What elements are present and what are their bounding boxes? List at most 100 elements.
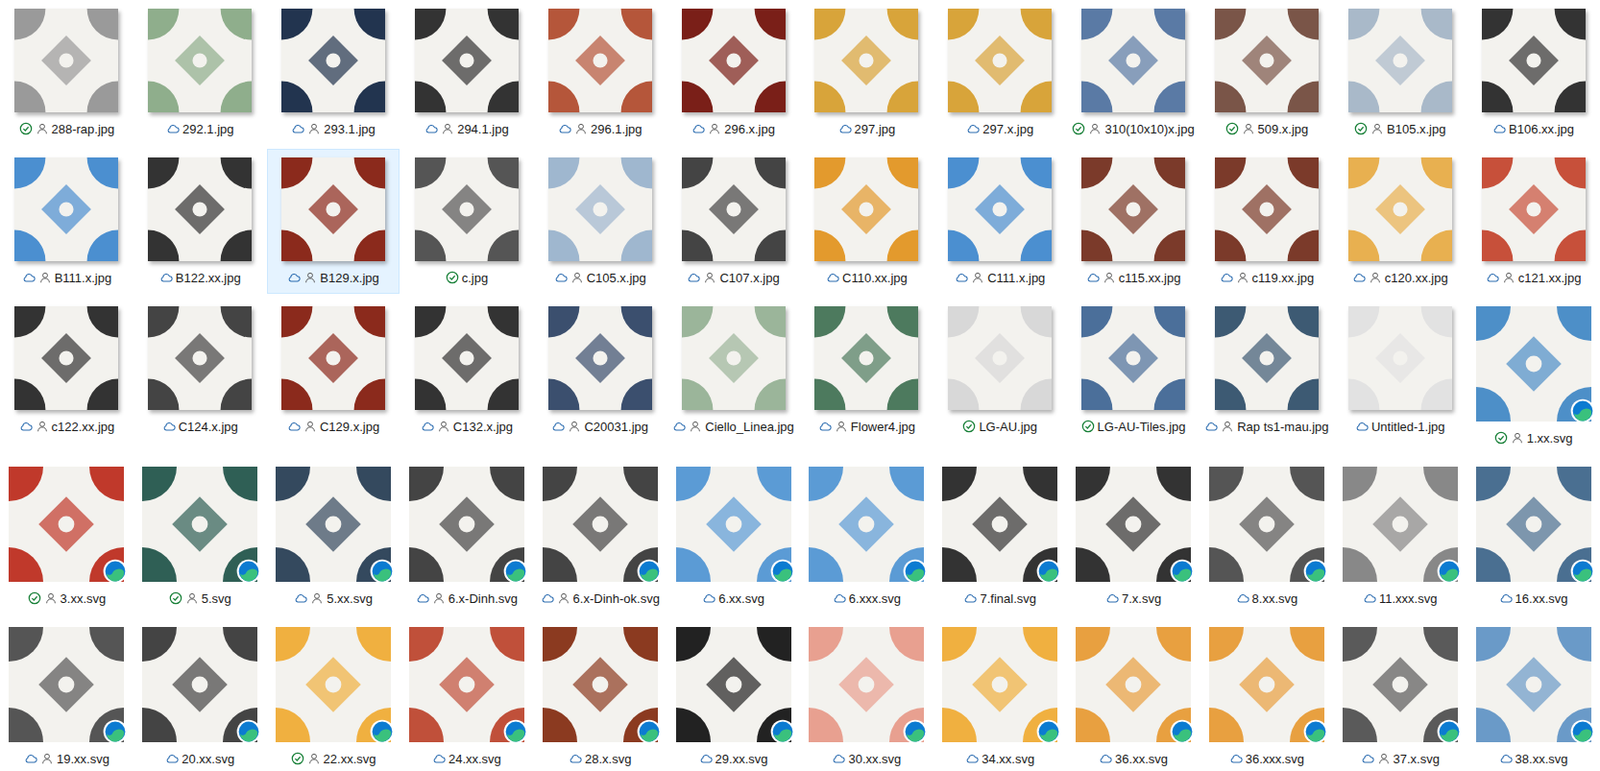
cloud-icon — [1499, 591, 1513, 606]
file-item[interactable]: 1.xx.svg — [1466, 297, 1600, 455]
cloud-icon — [699, 751, 713, 766]
file-item[interactable]: 5.svg — [133, 458, 267, 615]
cloud-icon — [1499, 751, 1513, 766]
cloud-icon — [1204, 419, 1218, 434]
file-item[interactable]: 6.xxx.svg — [800, 458, 934, 615]
file-item[interactable]: 509.x.jpg — [1199, 0, 1334, 146]
file-item[interactable]: 294.1.jpg — [399, 0, 534, 146]
file-name: Ciello_Linea.jpg — [704, 419, 795, 435]
file-item[interactable]: 288-rap.jpg — [0, 0, 134, 146]
file-label: 1.xx.svg — [1494, 430, 1574, 448]
file-item[interactable]: 24.xx.svg — [399, 618, 534, 771]
file-label: 5.svg — [169, 590, 232, 608]
cloud-icon — [166, 121, 180, 136]
file-item[interactable]: 34.xx.svg — [933, 618, 1067, 771]
file-item[interactable]: Ciello_Linea.jpg — [666, 297, 800, 443]
file-item[interactable]: 36.xx.svg — [1066, 618, 1201, 771]
tile-image — [1481, 157, 1586, 262]
file-item[interactable]: B122.xx.jpg — [133, 148, 267, 294]
file-item[interactable]: 296.1.jpg — [533, 0, 667, 146]
file-item[interactable]: Flower4.jpg — [800, 297, 934, 443]
file-item[interactable]: C20031.jpg — [533, 297, 667, 443]
tile-image — [1214, 157, 1319, 262]
file-item[interactable]: B129.x.jpg — [266, 148, 401, 294]
person-icon — [1236, 270, 1250, 285]
file-item[interactable]: c122.xx.jpg — [0, 297, 134, 443]
file-item[interactable]: B111.x.jpg — [0, 148, 134, 294]
file-item[interactable]: 37.x.svg — [1333, 618, 1467, 771]
file-item[interactable]: B105.x.jpg — [1333, 0, 1467, 146]
file-item[interactable]: Untitled-1.jpg — [1333, 297, 1467, 443]
file-item[interactable]: 297.x.jpg — [933, 0, 1067, 146]
file-item[interactable]: c115.xx.jpg — [1066, 148, 1201, 294]
file-item[interactable]: 20.xx.svg — [133, 618, 267, 771]
cloud-icon — [818, 419, 832, 434]
cloud-icon — [159, 270, 173, 285]
synced-check-icon — [1081, 419, 1095, 434]
file-item[interactable]: 36.xxx.svg — [1199, 618, 1334, 771]
file-item[interactable]: LG-AU.jpg — [933, 297, 1067, 443]
file-item[interactable]: 22.xx.svg — [266, 618, 401, 771]
edge-icon — [1570, 398, 1596, 424]
file-item[interactable]: 296.x.jpg — [666, 0, 800, 146]
file-item[interactable]: 6.xx.svg — [666, 458, 800, 615]
file-label: c120.xx.jpg — [1352, 269, 1449, 288]
cloud-icon — [293, 591, 308, 606]
edge-icon — [636, 558, 662, 584]
file-item[interactable]: 8.xx.svg — [1199, 458, 1334, 615]
file-item[interactable]: B106.xx.jpg — [1466, 0, 1600, 146]
synced-check-icon — [19, 121, 33, 136]
file-item[interactable]: 297.jpg — [800, 0, 934, 146]
file-thumbnail — [947, 306, 1052, 411]
file-label: 19.xx.svg — [24, 751, 110, 769]
file-item[interactable]: c120.xx.jpg — [1333, 148, 1467, 294]
file-item[interactable]: C129.x.jpg — [266, 297, 401, 443]
file-item[interactable]: 16.xx.svg — [1466, 458, 1600, 615]
file-item[interactable]: LG-AU-Tiles.jpg — [1066, 297, 1201, 443]
edge-icon — [369, 719, 395, 745]
file-item[interactable]: 3.xx.svg — [0, 458, 134, 615]
person-icon — [185, 591, 199, 606]
file-item[interactable]: C105.x.jpg — [533, 148, 667, 294]
file-thumbnail — [1209, 466, 1325, 582]
file-item[interactable]: C107.x.jpg — [666, 148, 800, 294]
file-item[interactable]: 28.x.svg — [533, 618, 667, 771]
file-item[interactable]: 19.xx.svg — [0, 618, 134, 771]
file-item[interactable]: 310(10x10)x.jpg — [1066, 0, 1201, 146]
file-label: 297.jpg — [838, 121, 897, 139]
file-item[interactable]: C111.x.jpg — [933, 148, 1067, 294]
file-thumbnail — [414, 306, 519, 411]
file-item[interactable]: 6.x-Dinh.svg — [399, 458, 534, 615]
file-item[interactable]: 7.x.svg — [1066, 458, 1201, 615]
cloud-icon — [702, 591, 716, 606]
file-item[interactable]: 5.xx.svg — [266, 458, 401, 615]
file-name: c120.xx.jpg — [1384, 270, 1449, 286]
file-item[interactable]: c121.xx.jpg — [1466, 148, 1600, 294]
file-item[interactable]: 30.xx.svg — [800, 618, 934, 771]
file-item[interactable]: c.jpg — [399, 148, 534, 294]
file-item[interactable]: 6.x-Dinh-ok.svg — [533, 458, 667, 615]
synced-check-icon — [169, 591, 183, 606]
file-item[interactable]: C110.xx.jpg — [800, 148, 934, 294]
file-item[interactable]: 11.xxx.svg — [1333, 458, 1467, 615]
edge-icon — [902, 719, 928, 745]
file-thumbnail — [681, 306, 786, 411]
cloud-icon — [954, 270, 969, 285]
file-item[interactable]: 7.final.svg — [933, 458, 1067, 615]
file-label: 11.xxx.svg — [1362, 590, 1437, 608]
person-icon — [432, 591, 446, 606]
file-item[interactable]: 29.xx.svg — [666, 618, 800, 771]
file-item[interactable]: Rap ts1-mau.jpg — [1199, 297, 1334, 443]
file-item[interactable]: c119.xx.jpg — [1199, 148, 1334, 294]
file-name: 37.x.svg — [1393, 751, 1440, 767]
file-item[interactable]: C124.x.jpg — [133, 297, 267, 443]
file-thumbnail — [281, 8, 386, 113]
file-item[interactable]: 38.xx.svg — [1466, 618, 1600, 771]
person-icon — [567, 419, 582, 434]
file-item[interactable]: 292.1.jpg — [133, 0, 267, 146]
file-item[interactable]: 293.1.jpg — [266, 0, 401, 146]
file-label: C129.x.jpg — [287, 418, 380, 437]
tile-image — [414, 157, 519, 262]
file-item[interactable]: C132.x.jpg — [399, 297, 534, 443]
cloud-icon — [287, 270, 301, 285]
